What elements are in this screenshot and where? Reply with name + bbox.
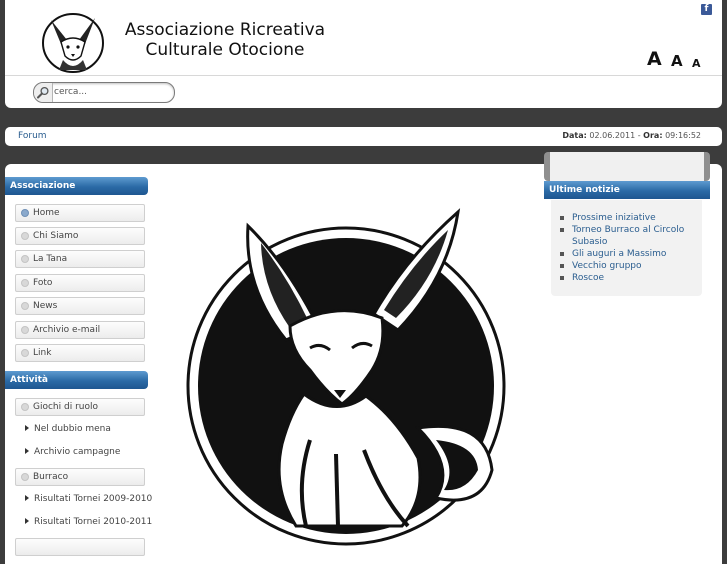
sidebar-item-giochi-di-ruolo[interactable]: Giochi di ruolo — [15, 398, 145, 416]
fox-logo-icon[interactable] — [41, 12, 105, 74]
sidebar-subitem-risultati-2009-2010[interactable]: Risultati Tornei 2009-2010 — [25, 493, 152, 505]
sidebar-subitem-risultati-2010-2011[interactable]: Risultati Tornei 2010-2011 — [25, 516, 152, 528]
site-title-line2: Culturale Otocione — [145, 40, 305, 60]
header-divider — [5, 75, 722, 76]
news-item[interactable]: Roscoe — [557, 272, 697, 284]
sidebar-item-link[interactable]: Link — [15, 344, 145, 362]
arrow-right-icon — [25, 517, 29, 524]
site-header: Associazione Ricreativa Culturale Otocio… — [5, 0, 722, 108]
sidebar-item-label: Chi Siamo — [33, 231, 79, 241]
sidebar-item-archivio-email[interactable]: Archivio e-mail — [15, 321, 145, 339]
arrow-right-icon — [25, 494, 29, 501]
date-time-display: Data: 02.06.2011 - Ora: 09:16:52 — [562, 131, 701, 140]
bullet-icon — [21, 473, 29, 481]
sidebar-item-label: News — [33, 301, 58, 311]
font-size-small-button[interactable]: A — [692, 57, 701, 70]
square-bullet-icon — [560, 276, 564, 280]
fox-illustration-icon — [186, 208, 506, 546]
time-label: Ora: — [643, 131, 663, 140]
bullet-icon — [21, 302, 29, 310]
sidebar-item-la-tana[interactable]: La Tana — [15, 250, 145, 268]
sidebar-item-home[interactable]: Home — [15, 204, 145, 222]
sidebar-subitem-label: Risultati Tornei 2010-2011 — [34, 517, 153, 527]
arrow-right-icon — [25, 447, 29, 454]
arrow-right-icon — [25, 424, 29, 431]
sidebar-item-label: Link — [33, 348, 52, 358]
square-bullet-icon — [560, 228, 564, 232]
breadcrumb: Forum Data: 02.06.2011 - Ora: 09:16:52 — [5, 127, 722, 146]
breadcrumb-forum-link[interactable]: Forum — [18, 131, 47, 141]
sidebar-item-news[interactable]: News — [15, 297, 145, 315]
square-bullet-icon — [560, 252, 564, 256]
square-bullet-icon — [560, 216, 564, 220]
time-value: 09:16:52 — [665, 131, 701, 140]
search-input[interactable] — [54, 85, 169, 99]
news-item[interactable]: Torneo Burraco al Circolo Subasio — [557, 224, 697, 248]
date-label: Data: — [562, 131, 587, 140]
news-item[interactable]: Prossime iniziative — [557, 212, 697, 224]
main-content: Associazione Home Chi Siamo La Tana Foto… — [5, 152, 722, 564]
site-title[interactable]: Associazione Ricreativa Culturale Otocio… — [115, 20, 335, 60]
sidebar-item-foto[interactable]: Foto — [15, 274, 145, 292]
sidebar-subitem-label: Archivio campagne — [34, 447, 121, 457]
bullet-icon — [21, 255, 29, 263]
bullet-icon — [21, 326, 29, 334]
bullet-icon — [21, 279, 29, 287]
font-size-large-button[interactable]: A — [647, 48, 662, 70]
sidebar-item-label: Foto — [33, 278, 53, 288]
sidebar-item-label: Giochi di ruolo — [33, 402, 98, 412]
site-title-line1: Associazione Ricreativa — [124, 20, 326, 40]
date-value: 02.06.2011 — [589, 131, 636, 140]
datetime-separator: - — [635, 131, 644, 140]
sidebar-item-chi-siamo[interactable]: Chi Siamo — [15, 227, 145, 245]
news-top-tab — [544, 152, 710, 181]
news-item-label: Prossime iniziative — [572, 213, 656, 223]
sidebar-subitem-label: Nel dubbio mena — [34, 424, 111, 434]
news-item-label: Torneo Burraco al Circolo Subasio — [572, 225, 685, 247]
sidebar-item-partial[interactable] — [15, 538, 145, 556]
font-size-medium-button[interactable]: A — [671, 52, 683, 70]
sidebar-heading-attivita: Attività — [5, 371, 148, 389]
news-panel: Prossime iniziative Torneo Burraco al Ci… — [551, 200, 702, 296]
sidebar-item-label: Home — [33, 208, 60, 218]
sidebar-subitem-archivio-campagne[interactable]: Archivio campagne — [25, 446, 120, 458]
square-bullet-icon — [560, 264, 564, 268]
news-item-label: Gli auguri a Massimo — [572, 249, 667, 259]
news-item[interactable]: Vecchio gruppo — [557, 260, 697, 272]
sidebar-subitem-label: Risultati Tornei 2009-2010 — [34, 494, 153, 504]
facebook-icon[interactable]: f — [701, 4, 712, 15]
news-item-label: Vecchio gruppo — [572, 261, 642, 271]
search-box — [33, 82, 175, 103]
sidebar-item-label: Burraco — [33, 472, 69, 482]
bullet-icon — [21, 232, 29, 240]
news-item[interactable]: Gli auguri a Massimo — [557, 248, 697, 260]
bullet-icon — [21, 209, 29, 217]
news-heading: Ultime notizie — [544, 181, 710, 199]
news-item-label: Roscoe — [572, 273, 605, 283]
sidebar-item-burraco[interactable]: Burraco — [15, 468, 145, 486]
news-list: Prossime iniziative Torneo Burraco al Ci… — [557, 212, 697, 284]
sidebar-heading-associazione: Associazione — [5, 177, 148, 195]
search-icon[interactable] — [34, 83, 53, 102]
sidebar-subitem-nel-dubbio-mena[interactable]: Nel dubbio mena — [25, 423, 111, 435]
bullet-icon — [21, 349, 29, 357]
sidebar-item-label: La Tana — [33, 254, 68, 264]
bullet-icon — [21, 403, 29, 411]
sidebar-item-label: Archivio e-mail — [33, 325, 101, 335]
